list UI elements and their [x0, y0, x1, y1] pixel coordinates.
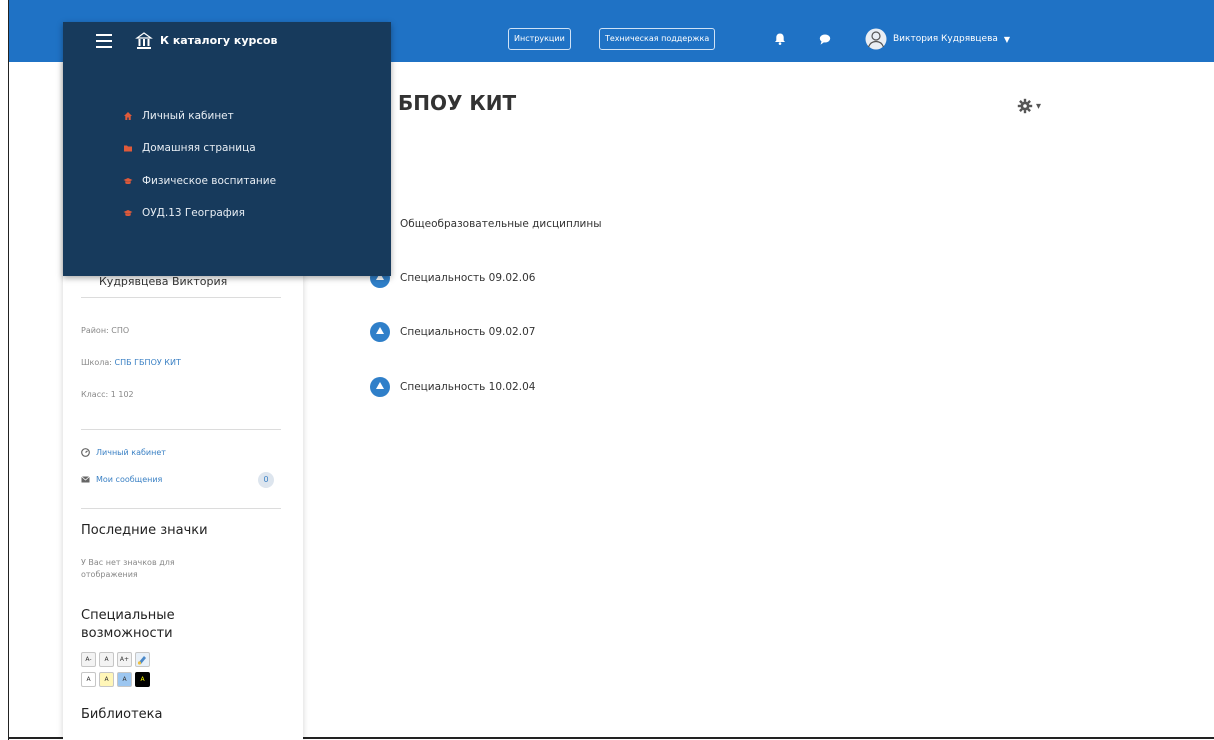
category-item[interactable]: Специальность 09.02.06 — [370, 268, 535, 288]
chevron-down-icon: ▼ — [1003, 34, 1011, 44]
user-menu[interactable]: Виктория Кудрявцева ▼ — [865, 27, 1010, 51]
class-label: Класс: — [81, 390, 109, 399]
divider — [81, 429, 281, 430]
accessibility-heading: Специальные возможности — [81, 608, 175, 641]
paint-icon[interactable] — [135, 652, 150, 667]
course-catalog-icon — [135, 32, 153, 49]
category-label[interactable]: Специальность 10.02.04 — [400, 381, 535, 393]
badges-note: У Вас нет значков для отображения — [81, 558, 175, 579]
avatar — [865, 28, 887, 50]
nav-item-label: ОУД.13 География — [142, 207, 245, 219]
font-reset-button[interactable]: A — [99, 652, 114, 667]
nav-item-cabinet[interactable]: Личный кабинет — [123, 107, 234, 125]
cabinet-link-label: Личный кабинет — [96, 448, 166, 457]
class-line: Класс: 1 102 — [81, 390, 134, 399]
messages-count-badge: 0 — [258, 472, 274, 488]
category-label[interactable]: Специальность 09.02.06 — [400, 272, 535, 284]
category-item[interactable]: Специальность 10.02.04 — [370, 377, 535, 397]
font-increase-button[interactable]: A+ — [117, 652, 132, 667]
hat-icon — [123, 178, 133, 184]
category-label[interactable]: Специальность 09.02.07 — [400, 326, 535, 338]
badges-heading: Последние значки — [81, 523, 208, 538]
expand-toggle-icon[interactable] — [370, 322, 390, 342]
folder-icon — [124, 145, 132, 152]
district-line: Район: СПО — [81, 326, 129, 335]
nav-item-label: Физическое воспитание — [142, 175, 277, 187]
settings-menu-button[interactable]: ▾ — [1017, 96, 1053, 116]
class-value: 1 102 — [110, 390, 134, 399]
library-heading: Библиотека — [81, 707, 163, 722]
envelope-icon — [81, 476, 90, 483]
tech-support-button[interactable]: Техническая поддержка — [599, 28, 716, 50]
chat-icon[interactable] — [818, 32, 832, 46]
page-title: БПОУ КИТ — [398, 91, 517, 115]
divider — [81, 508, 281, 509]
gear-icon — [1017, 98, 1033, 114]
school-line: Школа: СПБ ГБПОУ КИТ — [81, 358, 181, 367]
nav-item-label: Домашняя страница — [142, 142, 256, 154]
nav-drawer: К каталогу курсов Личный кабинет Домашня… — [63, 22, 391, 276]
font-size-controls: A- A A+ — [81, 652, 153, 667]
color-scheme-controls: A A A A — [81, 672, 153, 687]
nav-item-home[interactable]: Домашняя страница — [123, 139, 256, 157]
bell-icon[interactable] — [773, 32, 787, 46]
district-value: СПО — [111, 326, 130, 335]
cabinet-link[interactable]: Личный кабинет — [81, 448, 166, 457]
window-left-border — [8, 0, 9, 740]
school-link[interactable]: СПБ ГБПОУ КИТ — [115, 358, 181, 367]
font-decrease-button[interactable]: A- — [81, 652, 96, 667]
scheme-black-button[interactable]: A — [135, 672, 150, 687]
home-icon — [124, 112, 132, 120]
nav-item-label: Личный кабинет — [142, 110, 234, 122]
scheme-yellow-button[interactable]: A — [99, 672, 114, 687]
dashboard-icon — [81, 448, 90, 457]
school-label: Школа: — [81, 358, 112, 367]
category-label[interactable]: Общеобразовательные дисциплины — [400, 218, 602, 230]
messages-link-label: Мои сообщения — [96, 475, 163, 484]
nav-item-physical-education[interactable]: Физическое воспитание — [123, 172, 276, 190]
hat-icon — [123, 210, 133, 216]
instructions-button[interactable]: Инструкции — [508, 28, 571, 50]
divider — [81, 297, 281, 298]
messages-link[interactable]: Мои сообщения — [81, 475, 162, 484]
hamburger-menu-icon[interactable] — [96, 34, 112, 48]
scheme-blue-button[interactable]: A — [117, 672, 132, 687]
category-item[interactable]: Специальность 09.02.07 — [370, 322, 535, 342]
profile-name: Кудрявцева Виктория — [99, 275, 228, 288]
catalog-link[interactable]: К каталогу курсов — [160, 34, 277, 47]
category-item[interactable]: Общеобразовательные дисциплины — [370, 214, 602, 234]
chevron-down-icon: ▾ — [1036, 100, 1042, 112]
district-label: Район: — [81, 326, 109, 335]
expand-toggle-icon[interactable] — [370, 377, 390, 397]
nav-item-geography[interactable]: ОУД.13 География — [123, 204, 245, 222]
scheme-default-button[interactable]: A — [81, 672, 96, 687]
user-name: Виктория Кудрявцева — [893, 34, 998, 44]
